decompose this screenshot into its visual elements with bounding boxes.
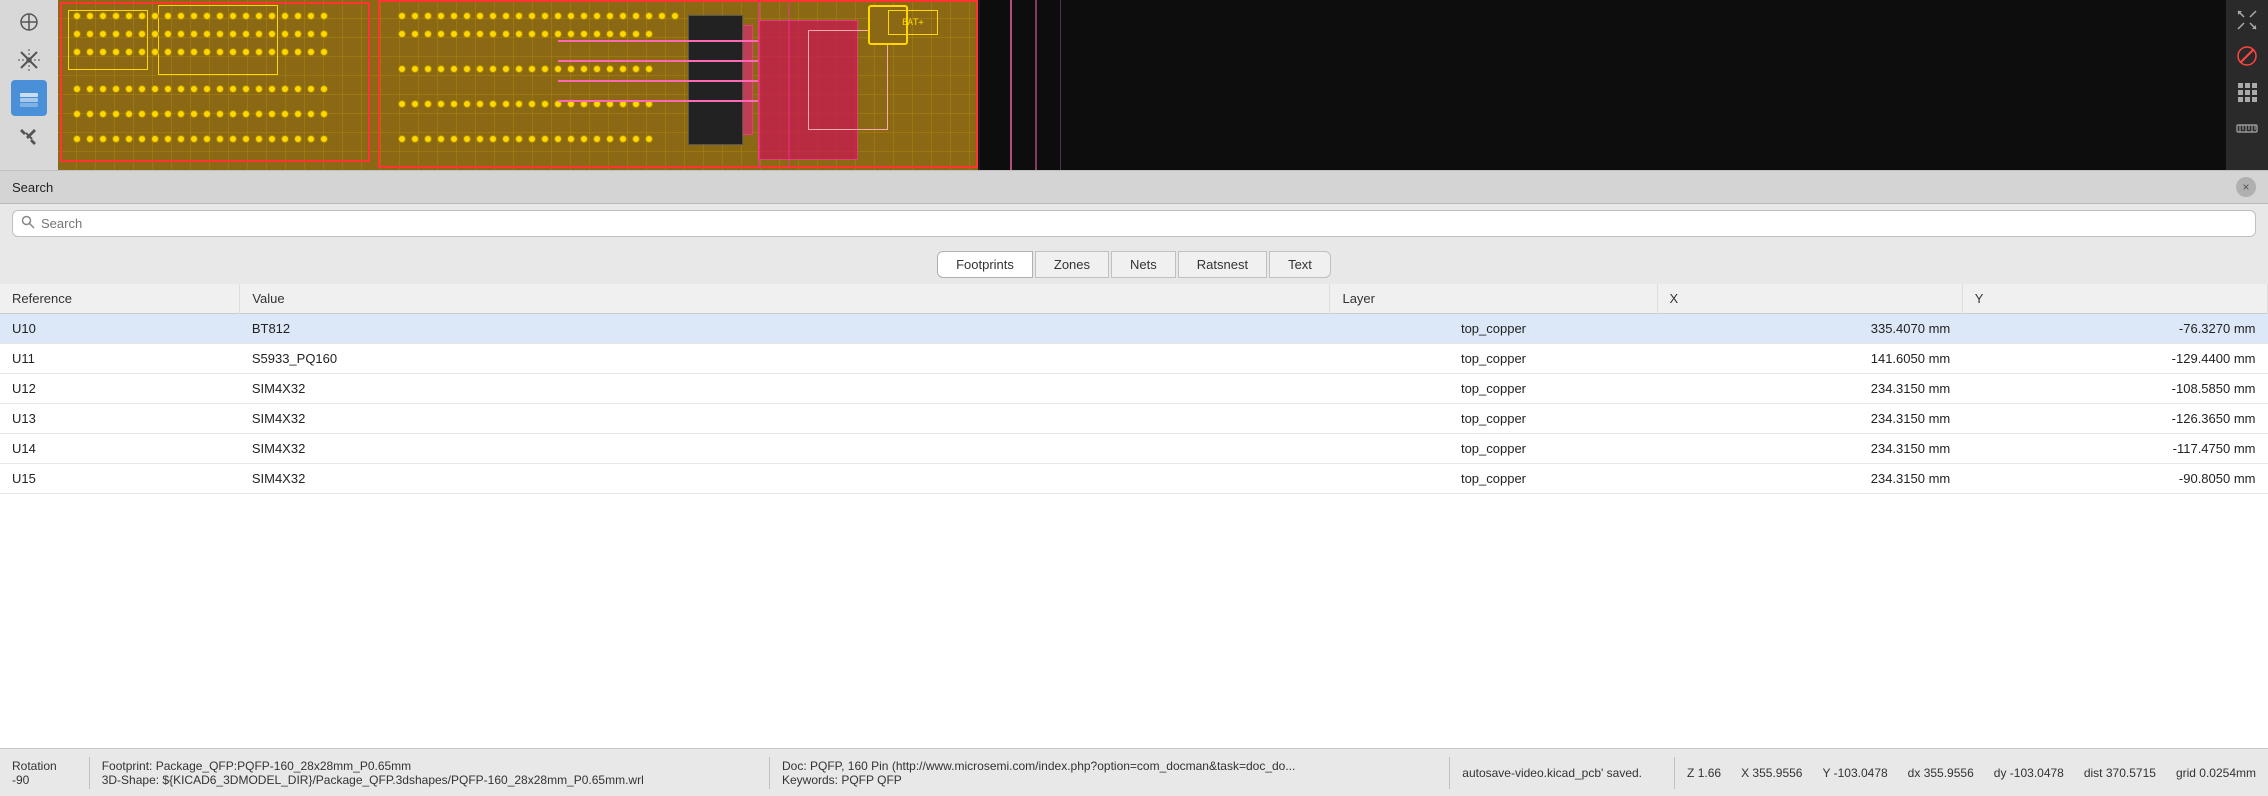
cell-val: SIM4X32 [240, 464, 1330, 494]
table-scroll[interactable]: Reference Value Layer X Y U10 BT812 top_… [0, 284, 2268, 748]
cell-val: SIM4X32 [240, 434, 1330, 464]
cell-layer: top_copper [1330, 404, 1657, 434]
cell-ref: U13 [0, 404, 240, 434]
cell-layer: top_copper [1330, 434, 1657, 464]
right-panel [980, 0, 2268, 170]
table-row[interactable]: U15 SIM4X32 top_copper 234.3150 mm -90.8… [0, 464, 2268, 494]
toolbar-left [0, 0, 58, 170]
tools-button[interactable] [11, 118, 47, 154]
cell-y: -108.5850 mm [1962, 374, 2267, 404]
search-title: Search [12, 180, 53, 195]
table-row[interactable]: U13 SIM4X32 top_copper 234.3150 mm -126.… [0, 404, 2268, 434]
tabs-row: Footprints Zones Nets Ratsnest Text [0, 243, 2268, 284]
cell-x: 234.3150 mm [1657, 404, 1962, 434]
tab-footprints[interactable]: Footprints [937, 251, 1033, 278]
cell-x: 335.4070 mm [1657, 314, 1962, 344]
toolbar-right [2226, 0, 2268, 170]
search-input[interactable] [41, 216, 2247, 231]
table-row[interactable]: U11 S5933_PQ160 top_copper 141.6050 mm -… [0, 344, 2268, 374]
col-header-layer: Layer [1330, 284, 1657, 314]
cell-y: -117.4750 mm [1962, 434, 2267, 464]
cell-x: 234.3150 mm [1657, 374, 1962, 404]
cell-layer: top_copper [1330, 374, 1657, 404]
dist-coord: dist 370.5715 [2084, 766, 2156, 780]
cell-y: -129.4400 mm [1962, 344, 2267, 374]
cancel-button[interactable] [2231, 40, 2263, 72]
search-panel: Search × [0, 170, 2268, 243]
x-coord: X 355.9556 [1741, 766, 1802, 780]
z-coord: Z 1.66 [1687, 766, 1721, 780]
y-coord: Y -103.0478 [1822, 766, 1887, 780]
table-row[interactable]: U12 SIM4X32 top_copper 234.3150 mm -108.… [0, 374, 2268, 404]
dy-coord: dy -103.0478 [1994, 766, 2064, 780]
col-header-value: Value [240, 284, 1330, 314]
cell-y: -76.3270 mm [1962, 314, 2267, 344]
cell-x: 141.6050 mm [1657, 344, 1962, 374]
dx-coord: dx 355.9556 [1908, 766, 1974, 780]
tab-ratsnest[interactable]: Ratsnest [1178, 251, 1267, 278]
table-row[interactable]: U10 BT812 top_copper 335.4070 mm -76.327… [0, 314, 2268, 344]
cross-tool-button[interactable] [11, 42, 47, 78]
status-coordinates: Z 1.66 X 355.9556 Y -103.0478 dx 355.955… [1687, 766, 2236, 780]
doc-label: Doc: PQFP, 160 Pin (http://www.microsemi… [782, 759, 1417, 773]
cell-ref: U11 [0, 344, 240, 374]
cell-y: -126.3650 mm [1962, 404, 2267, 434]
cell-layer: top_copper [1330, 314, 1657, 344]
footprint-label: Footprint: Package_QFP:PQFP-160_28x28mm_… [102, 759, 737, 773]
cell-y: -90.8050 mm [1962, 464, 2267, 494]
cell-ref: U15 [0, 464, 240, 494]
table-row[interactable]: U14 SIM4X32 top_copper 234.3150 mm -117.… [0, 434, 2268, 464]
cursor-tool-button[interactable] [11, 4, 47, 40]
rotation-label: Rotation [12, 759, 57, 773]
status-footprint-info: Footprint: Package_QFP:PQFP-160_28x28mm_… [102, 759, 757, 787]
unit-label: mm [2236, 766, 2256, 780]
col-header-reference: Reference [0, 284, 240, 314]
search-close-button[interactable]: × [2236, 177, 2256, 197]
cell-layer: top_copper [1330, 464, 1657, 494]
keywords-label: Keywords: PQFP QFP [782, 773, 1417, 787]
cell-ref: U14 [0, 434, 240, 464]
status-rotation: Rotation -90 [12, 759, 77, 787]
tab-nets[interactable]: Nets [1111, 251, 1176, 278]
pcb-canvas: BAT+ [58, 0, 978, 170]
arrows-button[interactable] [2231, 4, 2263, 36]
shape-label: 3D-Shape: ${KICAD6_3DMODEL_DIR}/Package_… [102, 773, 737, 787]
search-icon [21, 215, 35, 232]
status-doc-info: Doc: PQFP, 160 Pin (http://www.microsemi… [782, 759, 1437, 787]
footprints-table: Reference Value Layer X Y U10 BT812 top_… [0, 284, 2268, 494]
status-saved: autosave-video.kicad_pcb' saved. [1462, 766, 1662, 780]
ruler-button[interactable] [2231, 112, 2263, 144]
saved-message: autosave-video.kicad_pcb' saved. [1462, 766, 1642, 780]
tab-text[interactable]: Text [1269, 251, 1331, 278]
cell-val: SIM4X32 [240, 404, 1330, 434]
col-header-x: X [1657, 284, 1962, 314]
cell-x: 234.3150 mm [1657, 434, 1962, 464]
cell-layer: top_copper [1330, 344, 1657, 374]
status-bar: Rotation -90 Footprint: Package_QFP:PQFP… [0, 748, 2268, 796]
cell-val: BT812 [240, 314, 1330, 344]
layers-tool-button[interactable] [11, 80, 47, 116]
cell-val: SIM4X32 [240, 374, 1330, 404]
results-table-container: Reference Value Layer X Y U10 BT812 top_… [0, 284, 2268, 748]
grid-coord: grid 0.0254 [2176, 766, 2236, 780]
grid-button[interactable] [2231, 76, 2263, 108]
rotation-value: -90 [12, 773, 29, 787]
cell-ref: U10 [0, 314, 240, 344]
cell-x: 234.3150 mm [1657, 464, 1962, 494]
cell-val: S5933_PQ160 [240, 344, 1330, 374]
col-header-y: Y [1962, 284, 2267, 314]
tab-zones[interactable]: Zones [1035, 251, 1109, 278]
cell-ref: U12 [0, 374, 240, 404]
